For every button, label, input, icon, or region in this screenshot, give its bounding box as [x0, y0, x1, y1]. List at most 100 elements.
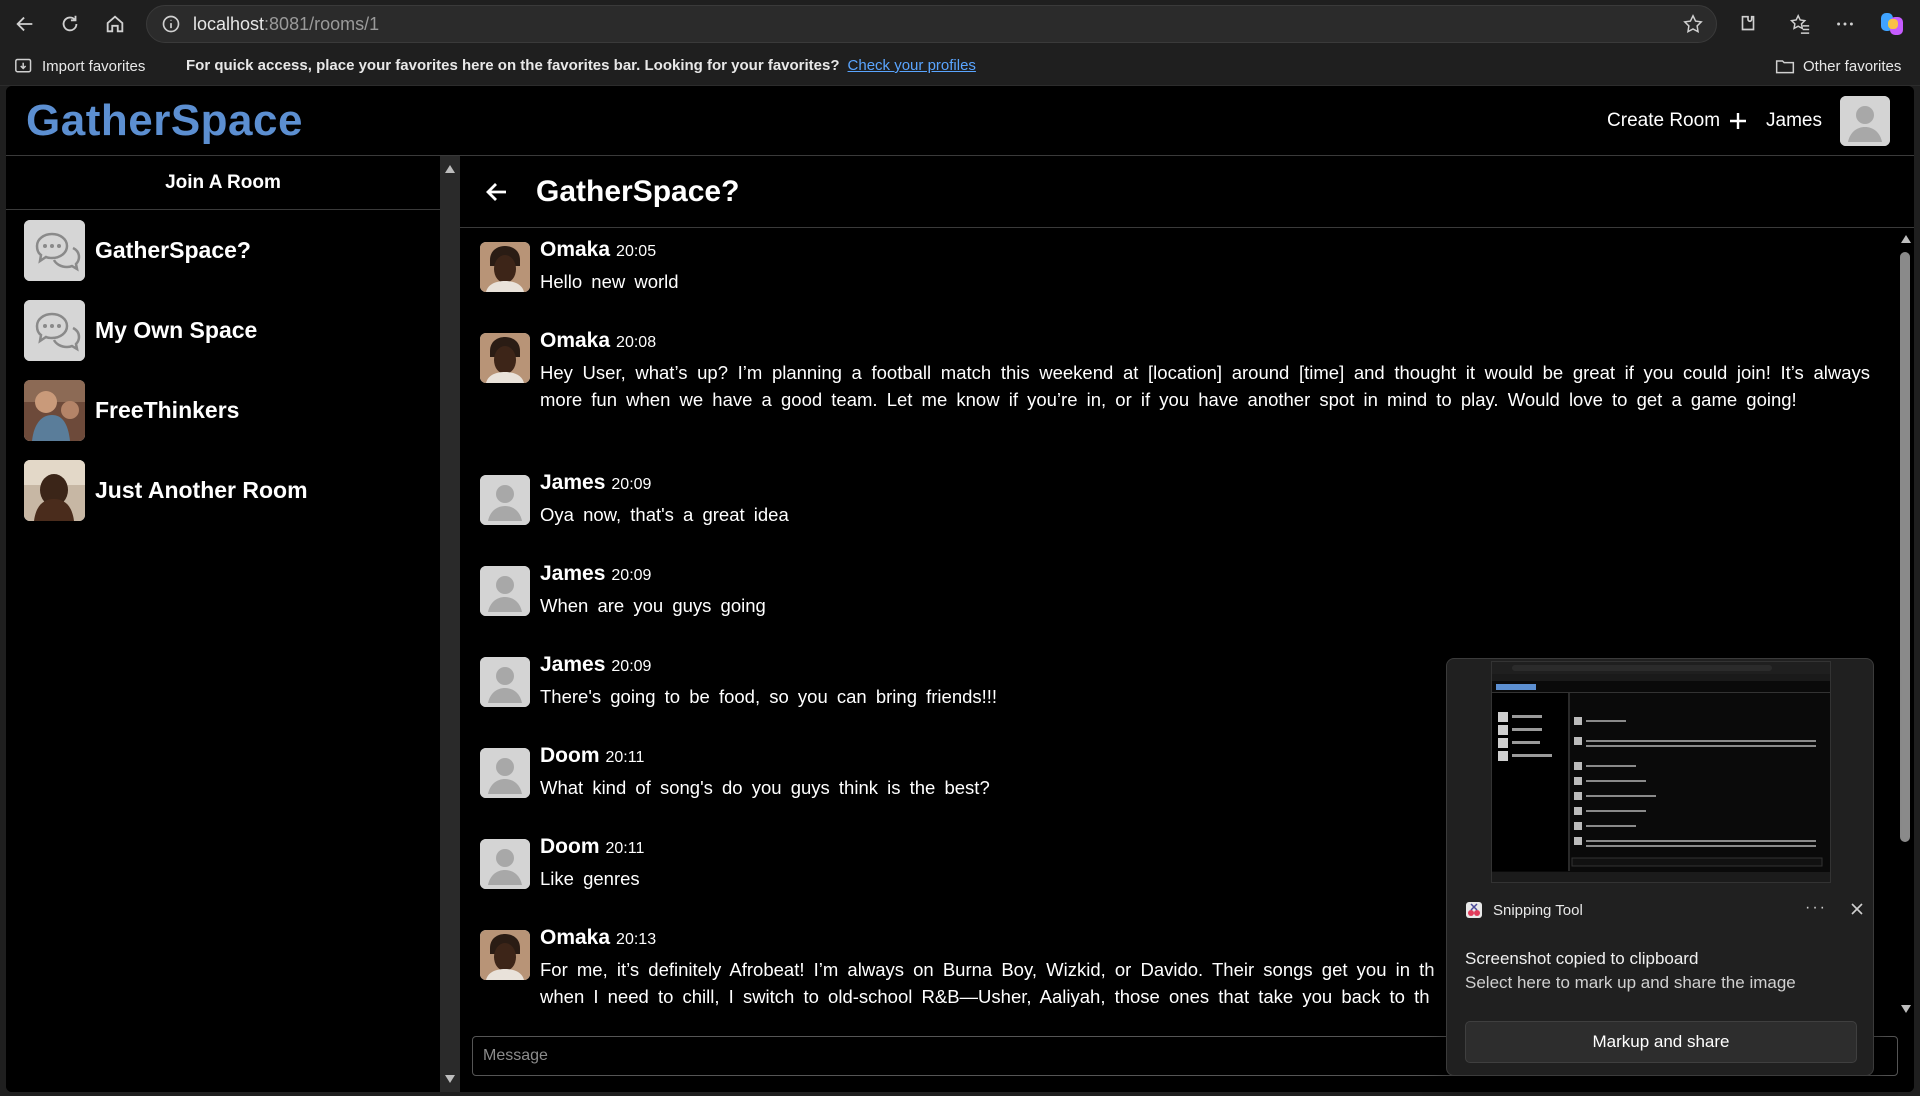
header-actions: Create Room James: [1607, 96, 1890, 146]
message-text: Oya now, that's a great idea: [540, 504, 789, 525]
avatar: [480, 333, 530, 383]
message-time: 20:11: [605, 749, 645, 766]
message-time: 20:13: [616, 931, 657, 948]
message-author: James: [540, 562, 606, 585]
toast-app-header: Snipping Tool: [1465, 901, 1583, 919]
back-button[interactable]: [10, 9, 40, 39]
scroll-up-arrow-icon[interactable]: [1900, 234, 1912, 244]
back-arrow-icon[interactable]: [484, 179, 510, 205]
room-item-freethinkers[interactable]: FreeThinkers: [6, 370, 440, 450]
room-photo: [24, 379, 85, 441]
scroll-down-arrow-icon[interactable]: [1900, 1004, 1912, 1014]
message-item: Omaka 20:08 Hey User, what’s up? I’m plan…: [480, 329, 1870, 413]
close-button[interactable]: [1847, 899, 1867, 919]
import-favorites-label: Import favorites: [42, 57, 146, 75]
toast-subtitle: Select here to mark up and share the ima…: [1465, 973, 1796, 992]
url-path: :8081/rooms/1: [264, 13, 380, 34]
favorites-bar: Import favorites For quick access, place…: [0, 48, 1920, 86]
room-item-gatherspace[interactable]: GatherSpace?: [6, 210, 440, 290]
check-profiles-link[interactable]: Check your profiles: [848, 57, 976, 74]
favorites-list-icon: [1789, 14, 1810, 34]
default-user-icon: [1840, 96, 1890, 146]
message-author: Omaka: [540, 238, 611, 261]
favorite-star-icon[interactable]: [1682, 13, 1704, 35]
user-name[interactable]: James: [1766, 110, 1822, 132]
extensions-button[interactable]: [1733, 9, 1763, 39]
room-item-just-another-room[interactable]: Just Another Room: [6, 450, 440, 530]
import-favorites-button[interactable]: Import favorites: [14, 57, 145, 75]
message-time: 20:08: [616, 334, 657, 351]
browser-toolbar: localhost:8081/rooms/1: [0, 0, 1920, 48]
plus-icon: [1730, 113, 1747, 129]
chat-bubbles-icon: [24, 219, 85, 281]
create-room-button[interactable]: Create Room: [1607, 110, 1748, 132]
toast-app-name: Snipping Tool: [1493, 901, 1583, 919]
home-button[interactable]: [100, 9, 130, 39]
scrollbar-thumb[interactable]: [1900, 252, 1910, 842]
folder-icon: [1775, 60, 1795, 74]
message-author: Omaka: [540, 926, 611, 949]
chat-room-title: GatherSpace?: [536, 174, 740, 208]
toast-title: Screenshot copied to clipboard: [1465, 949, 1699, 968]
room-name: Just Another Room: [95, 476, 308, 503]
message-author: Omaka: [540, 329, 611, 352]
default-user-icon: [480, 566, 530, 616]
url-text[interactable]: localhost:8081/rooms/1: [193, 14, 379, 35]
scroll-up-arrow-icon[interactable]: [444, 164, 456, 174]
close-icon: [1851, 903, 1863, 915]
room-name: GatherSpace?: [95, 236, 251, 263]
message-author: Doom: [540, 835, 600, 858]
chat-bubbles-icon: [24, 299, 85, 361]
home-icon: [106, 15, 124, 33]
other-favorites-label: Other favorites: [1803, 57, 1902, 75]
markup-and-share-button[interactable]: Markup and share: [1465, 1021, 1857, 1063]
message-text: Hey User, what’s up? I’m planning a foot…: [540, 362, 1870, 410]
chat-scrollbar[interactable]: [1896, 228, 1914, 1020]
default-user-icon: [480, 839, 530, 889]
message-time: 20:09: [611, 658, 652, 675]
message-time: 20:05: [616, 243, 657, 260]
scroll-down-arrow-icon[interactable]: [444, 1074, 456, 1084]
address-bar[interactable]: localhost:8081/rooms/1: [146, 5, 1717, 43]
screenshot-preview-thumbnail[interactable]: [1491, 661, 1831, 883]
url-host: localhost: [193, 13, 265, 34]
reload-icon: [62, 15, 78, 32]
extensions-icon: [1741, 15, 1755, 31]
message-time: 20:11: [605, 840, 645, 857]
app-logo[interactable]: GatherSpace: [26, 96, 303, 146]
room-name: My Own Space: [95, 316, 258, 343]
avatar: [480, 242, 530, 292]
favbar-message: For quick access, place your favorites h…: [186, 57, 976, 74]
message-text: When are you guys going: [540, 595, 766, 616]
default-user-icon: [480, 657, 530, 707]
favbar-message-text: For quick access, place your favorites h…: [186, 57, 840, 74]
sidebar-scrollbar[interactable]: [440, 156, 460, 1092]
settings-more-button[interactable]: [1830, 9, 1860, 39]
site-info-icon[interactable]: [161, 14, 181, 34]
message-item: James 20:09 When are you guys going: [480, 562, 1870, 619]
room-sidebar: Join A Room GatherSpace? My Own Space Fr…: [6, 156, 440, 1092]
room-item-my-own-space[interactable]: My Own Space: [6, 290, 440, 370]
message-author: James: [540, 471, 606, 494]
message-time: 20:09: [611, 476, 652, 493]
other-favorites-button[interactable]: Other favorites: [1775, 57, 1901, 75]
avatar: [480, 930, 530, 980]
copilot-button[interactable]: [1878, 9, 1908, 39]
message-item: James 20:09 Oya now, that's a great idea: [480, 471, 1870, 528]
import-icon: [15, 58, 32, 73]
room-photo: [24, 459, 85, 521]
more-options-button[interactable]: ···: [1805, 899, 1827, 917]
user-avatar[interactable]: [1840, 96, 1890, 146]
message-time: 20:09: [611, 567, 652, 584]
snipping-tool-notification[interactable]: Snipping Tool ··· Screenshot copied to c…: [1446, 658, 1874, 1076]
sidebar-title: Join A Room: [6, 156, 440, 210]
message-author: Doom: [540, 744, 600, 767]
default-user-icon: [480, 475, 530, 525]
favorites-button[interactable]: [1785, 9, 1815, 39]
message-author: James: [540, 653, 606, 676]
app-header: GatherSpace Create Room James: [6, 86, 1914, 156]
chat-header: GatherSpace?: [460, 156, 1914, 228]
room-name: FreeThinkers: [95, 396, 240, 423]
reload-button[interactable]: [55, 9, 85, 39]
more-horizontal-icon: [1837, 22, 1853, 26]
